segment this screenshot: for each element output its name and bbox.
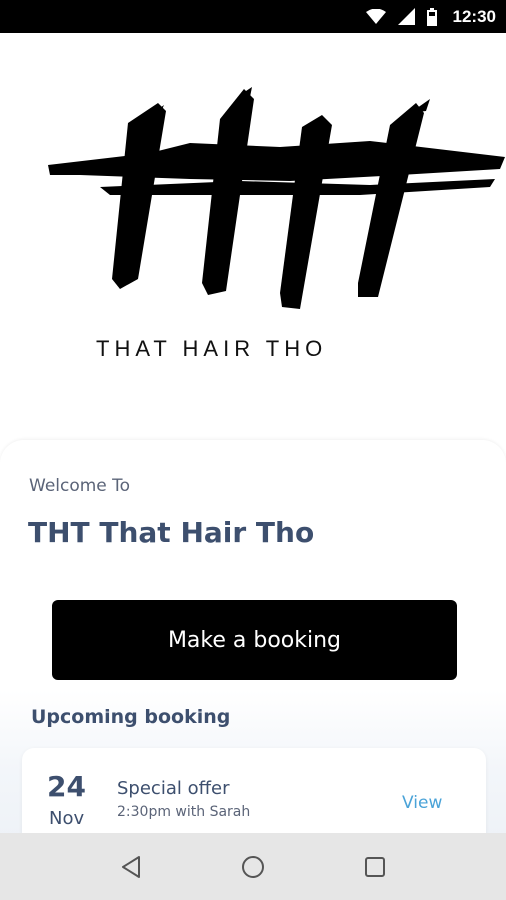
welcome-label: Welcome To [29,476,131,496]
make-booking-button[interactable]: Make a booking [52,600,457,680]
tht-logo [40,83,506,333]
booking-day: 24 [47,770,86,803]
booking-month: Nov [49,808,85,829]
home-card: Welcome To THT That Hair Tho Make a book… [0,440,506,858]
clock: 12:30 [452,6,496,26]
view-booking-link[interactable]: View [402,793,442,813]
booking-detail: 2:30pm with Sarah [117,804,251,820]
home-icon[interactable] [233,847,273,887]
logo-hero: THAT HAIR THO [0,33,506,443]
system-nav-bar [0,833,506,900]
back-icon[interactable] [111,847,151,887]
status-bar: 12:30 [0,0,506,33]
cell-signal-icon [397,8,415,25]
salon-name: THT That Hair Tho [28,516,315,549]
recents-icon[interactable] [355,847,395,887]
battery-icon [426,7,437,26]
wifi-icon [365,8,386,25]
logo-tagline: THAT HAIR THO [96,336,328,361]
upcoming-booking-heading: Upcoming booking [31,706,231,728]
booking-title: Special offer [117,778,230,799]
